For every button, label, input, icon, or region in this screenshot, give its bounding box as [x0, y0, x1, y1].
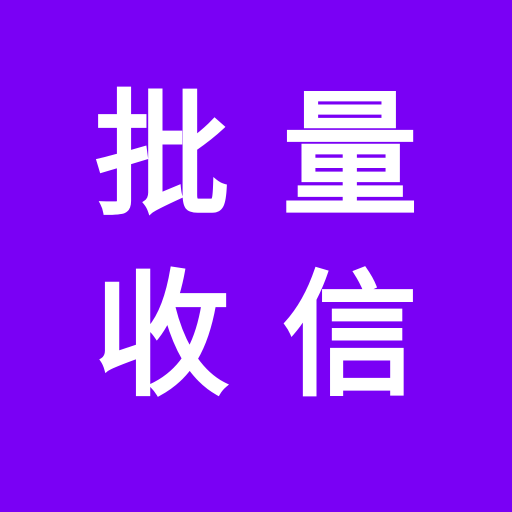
char-pi: 批 — [94, 78, 230, 236]
app-icon-tile: 批 量 收 信 — [0, 0, 512, 512]
char-shou: 收 — [94, 258, 230, 416]
char-liang: 量 — [282, 78, 418, 236]
char-xin: 信 — [282, 258, 418, 416]
